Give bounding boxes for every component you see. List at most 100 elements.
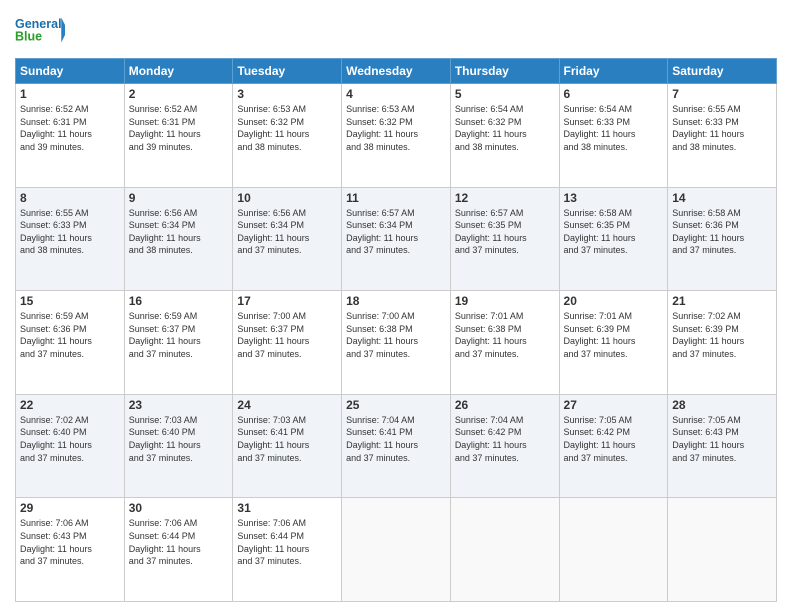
day-info: Sunrise: 7:00 AMSunset: 6:38 PMDaylight:… <box>346 311 418 359</box>
day-info: Sunrise: 6:52 AMSunset: 6:31 PMDaylight:… <box>129 104 201 152</box>
table-row: 1Sunrise: 6:52 AMSunset: 6:31 PMDaylight… <box>16 84 125 188</box>
day-number: 22 <box>20 398 120 412</box>
day-number: 4 <box>346 87 446 101</box>
table-row: 24 Sunrise: 7:03 AMSunset: 6:41 PMDayligh… <box>233 394 342 498</box>
day-number: 12 <box>455 191 555 205</box>
table-row: 6 Sunrise: 6:54 AMSunset: 6:33 PMDaylight… <box>559 84 668 188</box>
day-number: 8 <box>20 191 120 205</box>
day-info: Sunrise: 6:59 AMSunset: 6:37 PMDaylight:… <box>129 311 201 359</box>
day-info: Sunrise: 7:06 AMSunset: 6:44 PMDaylight:… <box>237 518 309 566</box>
calendar: Sunday Monday Tuesday Wednesday Thursday… <box>15 58 777 602</box>
table-row: 18 Sunrise: 7:00 AMSunset: 6:38 PMDayligh… <box>342 291 451 395</box>
day-info: Sunrise: 6:56 AMSunset: 6:34 PMDaylight:… <box>129 208 201 256</box>
day-number: 23 <box>129 398 229 412</box>
day-number: 2 <box>129 87 229 101</box>
day-info: Sunrise: 7:02 AMSunset: 6:39 PMDaylight:… <box>672 311 744 359</box>
day-number: 15 <box>20 294 120 308</box>
table-row: 23 Sunrise: 7:03 AMSunset: 6:40 PMDayligh… <box>124 394 233 498</box>
day-info: Sunrise: 7:01 AMSunset: 6:39 PMDaylight:… <box>564 311 636 359</box>
table-row: 5 Sunrise: 6:54 AMSunset: 6:32 PMDaylight… <box>450 84 559 188</box>
day-info: Sunrise: 6:53 AMSunset: 6:32 PMDaylight:… <box>237 104 309 152</box>
table-row: 25 Sunrise: 7:04 AMSunset: 6:41 PMDayligh… <box>342 394 451 498</box>
day-info: Sunrise: 7:04 AMSunset: 6:42 PMDaylight:… <box>455 415 527 463</box>
day-number: 19 <box>455 294 555 308</box>
table-row: 17 Sunrise: 7:00 AMSunset: 6:37 PMDayligh… <box>233 291 342 395</box>
table-row: 10 Sunrise: 6:56 AMSunset: 6:34 PMDayligh… <box>233 187 342 291</box>
day-number: 14 <box>672 191 772 205</box>
day-number: 6 <box>564 87 664 101</box>
table-row: 7Sunrise: 6:55 AMSunset: 6:33 PMDaylight… <box>668 84 777 188</box>
day-info: Sunrise: 7:01 AMSunset: 6:38 PMDaylight:… <box>455 311 527 359</box>
day-number: 24 <box>237 398 337 412</box>
table-row: 20 Sunrise: 7:01 AMSunset: 6:39 PMDayligh… <box>559 291 668 395</box>
day-info: Sunrise: 6:59 AMSunset: 6:36 PMDaylight:… <box>20 311 92 359</box>
col-thursday: Thursday <box>450 59 559 84</box>
table-row: 31 Sunrise: 7:06 AMSunset: 6:44 PMDayligh… <box>233 498 342 602</box>
day-info: Sunrise: 7:06 AMSunset: 6:44 PMDaylight:… <box>129 518 201 566</box>
day-number: 31 <box>237 501 337 515</box>
day-info: Sunrise: 6:52 AMSunset: 6:31 PMDaylight:… <box>20 104 92 152</box>
table-row: 28 Sunrise: 7:05 AMSunset: 6:43 PMDayligh… <box>668 394 777 498</box>
header: General Blue <box>15 10 777 50</box>
day-number: 18 <box>346 294 446 308</box>
col-sunday: Sunday <box>16 59 125 84</box>
col-saturday: Saturday <box>668 59 777 84</box>
logo-svg: General Blue <box>15 10 65 50</box>
col-wednesday: Wednesday <box>342 59 451 84</box>
col-friday: Friday <box>559 59 668 84</box>
day-number: 13 <box>564 191 664 205</box>
logo: General Blue <box>15 10 65 50</box>
day-info: Sunrise: 7:03 AMSunset: 6:40 PMDaylight:… <box>129 415 201 463</box>
day-number: 21 <box>672 294 772 308</box>
table-row: 16 Sunrise: 6:59 AMSunset: 6:37 PMDayligh… <box>124 291 233 395</box>
table-row <box>559 498 668 602</box>
svg-text:Blue: Blue <box>15 30 42 44</box>
table-row: 8 Sunrise: 6:55 AMSunset: 6:33 PMDaylight… <box>16 187 125 291</box>
day-number: 17 <box>237 294 337 308</box>
day-number: 7 <box>672 87 772 101</box>
table-row: 27Sunrise: 7:05 AMSunset: 6:42 PMDayligh… <box>559 394 668 498</box>
calendar-header-row: Sunday Monday Tuesday Wednesday Thursday… <box>16 59 777 84</box>
page: General Blue Sunday Monday Tuesday Wedne… <box>0 0 792 612</box>
table-row: 19 Sunrise: 7:01 AMSunset: 6:38 PMDayligh… <box>450 291 559 395</box>
day-number: 9 <box>129 191 229 205</box>
table-row <box>342 498 451 602</box>
table-row: 13Sunrise: 6:58 AMSunset: 6:35 PMDayligh… <box>559 187 668 291</box>
day-number: 11 <box>346 191 446 205</box>
table-row: 30 Sunrise: 7:06 AMSunset: 6:44 PMDayligh… <box>124 498 233 602</box>
day-info: Sunrise: 7:02 AMSunset: 6:40 PMDaylight:… <box>20 415 92 463</box>
day-number: 25 <box>346 398 446 412</box>
day-number: 30 <box>129 501 229 515</box>
table-row: 22 Sunrise: 7:02 AMSunset: 6:40 PMDayligh… <box>16 394 125 498</box>
day-number: 29 <box>20 501 120 515</box>
table-row: 21 Sunrise: 7:02 AMSunset: 6:39 PMDayligh… <box>668 291 777 395</box>
day-number: 28 <box>672 398 772 412</box>
table-row: 4 Sunrise: 6:53 AMSunset: 6:32 PMDaylight… <box>342 84 451 188</box>
table-row: 26Sunrise: 7:04 AMSunset: 6:42 PMDayligh… <box>450 394 559 498</box>
day-number: 3 <box>237 87 337 101</box>
day-info: Sunrise: 7:03 AMSunset: 6:41 PMDaylight:… <box>237 415 309 463</box>
day-info: Sunrise: 6:57 AMSunset: 6:34 PMDaylight:… <box>346 208 418 256</box>
day-info: Sunrise: 6:56 AMSunset: 6:34 PMDaylight:… <box>237 208 309 256</box>
day-number: 16 <box>129 294 229 308</box>
day-info: Sunrise: 6:54 AMSunset: 6:33 PMDaylight:… <box>564 104 636 152</box>
day-number: 27 <box>564 398 664 412</box>
table-row: 3 Sunrise: 6:53 AMSunset: 6:32 PMDaylight… <box>233 84 342 188</box>
day-info: Sunrise: 6:55 AMSunset: 6:33 PMDaylight:… <box>20 208 92 256</box>
table-row: 29Sunrise: 7:06 AMSunset: 6:43 PMDayligh… <box>16 498 125 602</box>
day-info: Sunrise: 6:57 AMSunset: 6:35 PMDaylight:… <box>455 208 527 256</box>
table-row: 12 Sunrise: 6:57 AMSunset: 6:35 PMDayligh… <box>450 187 559 291</box>
col-tuesday: Tuesday <box>233 59 342 84</box>
day-info: Sunrise: 6:53 AMSunset: 6:32 PMDaylight:… <box>346 104 418 152</box>
table-row <box>450 498 559 602</box>
day-info: Sunrise: 7:00 AMSunset: 6:37 PMDaylight:… <box>237 311 309 359</box>
col-monday: Monday <box>124 59 233 84</box>
day-number: 10 <box>237 191 337 205</box>
day-number: 5 <box>455 87 555 101</box>
day-number: 20 <box>564 294 664 308</box>
day-info: Sunrise: 6:54 AMSunset: 6:32 PMDaylight:… <box>455 104 527 152</box>
table-row: 11 Sunrise: 6:57 AMSunset: 6:34 PMDayligh… <box>342 187 451 291</box>
day-info: Sunrise: 7:04 AMSunset: 6:41 PMDaylight:… <box>346 415 418 463</box>
day-info: Sunrise: 7:05 AMSunset: 6:43 PMDaylight:… <box>672 415 744 463</box>
table-row: 14Sunrise: 6:58 AMSunset: 6:36 PMDayligh… <box>668 187 777 291</box>
